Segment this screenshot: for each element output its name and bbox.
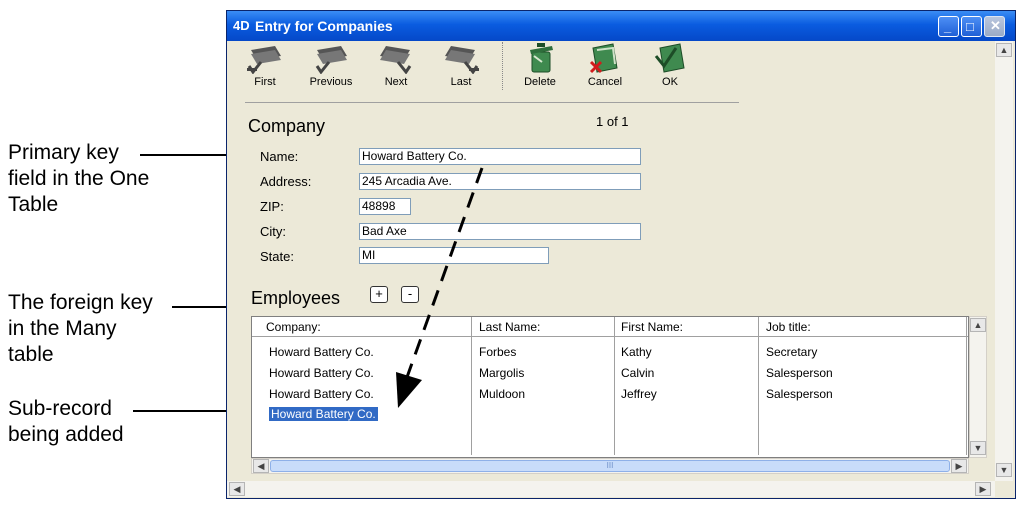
relationship-arrowhead — [396, 372, 422, 408]
relationship-arrow — [396, 167, 484, 408]
relationship-dashed-line — [404, 167, 484, 381]
